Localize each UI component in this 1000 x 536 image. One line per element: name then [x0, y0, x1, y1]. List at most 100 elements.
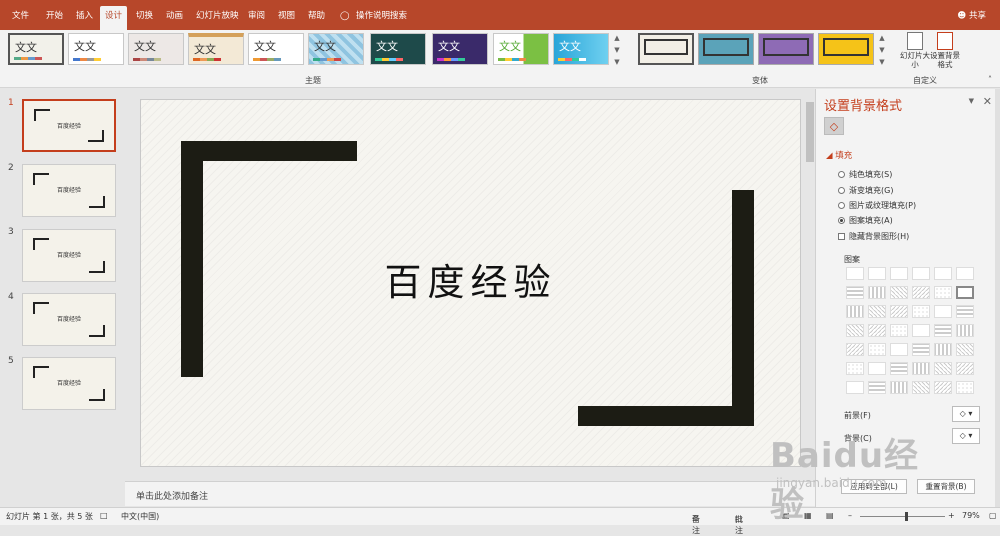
pattern-swatch[interactable] — [846, 381, 864, 394]
pattern-swatch[interactable] — [846, 286, 864, 299]
spellcheck-icon[interactable]: □ — [100, 511, 108, 520]
slide-thumbnail-4[interactable]: 百度经验 — [22, 293, 116, 346]
pattern-swatch[interactable] — [934, 286, 952, 299]
pane-scrollbar[interactable] — [995, 89, 1000, 507]
theme-thumb-5[interactable]: 文文 — [248, 33, 304, 65]
tab-view[interactable]: 视图 — [276, 0, 297, 30]
variant-thumb-1[interactable] — [638, 33, 694, 65]
slide-thumbnail-5[interactable]: 百度经验 — [22, 357, 116, 410]
pattern-swatch[interactable] — [912, 324, 930, 337]
pattern-swatch[interactable] — [912, 362, 930, 375]
pattern-swatch[interactable] — [868, 267, 886, 280]
theme-thumb-4[interactable]: 文文 — [188, 33, 244, 65]
pattern-swatch[interactable] — [868, 362, 886, 375]
pattern-swatch[interactable] — [868, 324, 886, 337]
pattern-swatch[interactable] — [934, 324, 952, 337]
pattern-swatch[interactable] — [912, 343, 930, 356]
share-button[interactable]: ☻ 共享 — [957, 9, 986, 21]
tab-review[interactable]: 审阅 — [246, 0, 267, 30]
pattern-swatch[interactable] — [846, 343, 864, 356]
theme-thumb-2[interactable]: 文文 — [68, 33, 124, 65]
fill-section-header[interactable]: ◢ 填充 — [826, 149, 852, 161]
paint-bucket-icon[interactable]: ◇ — [824, 117, 844, 135]
tab-transitions[interactable]: 切换 — [134, 0, 155, 30]
background-color-button[interactable]: ◇ ▾ — [952, 428, 980, 444]
pattern-swatch[interactable] — [934, 362, 952, 375]
pattern-swatch[interactable] — [846, 362, 864, 375]
chevron-down-icon[interactable]: ▼ — [877, 44, 887, 56]
theme-gallery-scroll[interactable]: ▲ ▼ ▼ — [612, 32, 622, 68]
collapse-ribbon-icon[interactable]: ˄ — [988, 75, 992, 84]
pattern-swatch[interactable] — [934, 267, 952, 280]
pattern-swatch[interactable] — [890, 286, 908, 299]
foreground-color-button[interactable]: ◇ ▾ — [952, 406, 980, 422]
pattern-swatch[interactable] — [956, 267, 974, 280]
tab-insert[interactable]: 插入 — [74, 0, 95, 30]
theme-thumb-7[interactable]: 文文 — [370, 33, 426, 65]
pattern-swatch[interactable] — [956, 362, 974, 375]
radio-pattern-fill[interactable]: 图案填充(A) — [838, 215, 893, 226]
slide-thumbnail-3[interactable]: 百度经验 — [22, 229, 116, 282]
hide-background-graphics-checkbox[interactable]: 隐藏背景图形(H) — [838, 231, 909, 242]
slide-scrollbar[interactable] — [805, 92, 815, 449]
slide-size-button[interactable]: 幻灯片大小 — [900, 32, 930, 69]
pattern-swatch[interactable] — [868, 286, 886, 299]
radio-gradient-fill[interactable]: 渐变填充(G) — [838, 185, 893, 196]
chevron-up-icon[interactable]: ▲ — [612, 32, 622, 44]
tab-file[interactable]: 文件 — [10, 0, 31, 30]
theme-thumb-6[interactable]: 文文 — [308, 33, 364, 65]
zoom-level[interactable]: 79% — [962, 511, 980, 520]
pattern-swatch[interactable] — [912, 267, 930, 280]
theme-thumb-9[interactable]: 文文 — [493, 33, 549, 65]
pattern-swatch[interactable] — [868, 305, 886, 318]
pattern-swatch[interactable] — [912, 305, 930, 318]
language-indicator[interactable]: 中文(中国) — [121, 511, 159, 522]
pattern-swatch[interactable] — [890, 324, 908, 337]
tab-home[interactable]: 开始 — [44, 0, 65, 30]
pattern-swatch[interactable] — [846, 324, 864, 337]
pattern-swatch[interactable] — [956, 305, 974, 318]
notes-pane[interactable]: 单击此处添加备注 — [125, 481, 815, 506]
pattern-swatch[interactable] — [846, 305, 864, 318]
tab-help[interactable]: 帮助 — [306, 0, 327, 30]
pattern-swatch[interactable] — [956, 343, 974, 356]
pane-options-icon[interactable]: ▼ — [969, 97, 974, 105]
gallery-more-icon[interactable]: ▼ — [612, 56, 622, 68]
pattern-swatch[interactable] — [956, 286, 974, 299]
pattern-swatch[interactable] — [912, 286, 930, 299]
slide-canvas[interactable]: 百度经验 — [140, 99, 801, 467]
format-background-button[interactable]: 设置背景格式 — [930, 32, 960, 69]
tab-animations[interactable]: 动画 — [164, 0, 185, 30]
pattern-swatch[interactable] — [912, 381, 930, 394]
pattern-swatch[interactable] — [890, 267, 908, 280]
variant-thumb-3[interactable] — [758, 33, 814, 65]
variant-gallery-scroll[interactable]: ▲ ▼ ▼ — [877, 32, 887, 68]
chevron-up-icon[interactable]: ▲ — [877, 32, 887, 44]
pattern-grid[interactable] — [846, 267, 976, 400]
tab-slideshow[interactable]: 幻灯片放映 — [194, 0, 241, 30]
pattern-swatch[interactable] — [846, 267, 864, 280]
variant-thumb-4[interactable] — [818, 33, 874, 65]
bracket-bottom-right-vertical[interactable] — [732, 190, 754, 426]
pattern-swatch[interactable] — [934, 343, 952, 356]
tell-me-search[interactable]: 操作说明搜索 — [354, 0, 409, 30]
pattern-swatch[interactable] — [956, 381, 974, 394]
pattern-swatch[interactable] — [868, 343, 886, 356]
pattern-swatch[interactable] — [890, 305, 908, 318]
bracket-top-left-horizontal[interactable] — [181, 141, 357, 161]
slide-thumbnail-1[interactable]: 百度经验 — [22, 99, 116, 152]
theme-thumb-8[interactable]: 文文 — [432, 33, 488, 65]
pattern-swatch[interactable] — [890, 381, 908, 394]
theme-thumb-1[interactable]: 文文 — [8, 33, 64, 65]
chevron-down-icon[interactable]: ▼ — [612, 44, 622, 56]
pattern-swatch[interactable] — [934, 381, 952, 394]
theme-thumb-10[interactable]: 文文 — [553, 33, 609, 65]
pattern-swatch[interactable] — [956, 324, 974, 337]
close-icon[interactable]: ✕ — [983, 95, 992, 108]
pattern-swatch[interactable] — [890, 362, 908, 375]
pattern-swatch[interactable] — [868, 381, 886, 394]
radio-solid-fill[interactable]: 纯色填充(S) — [838, 169, 892, 180]
slide-title[interactable]: 百度经验 — [141, 252, 800, 306]
theme-thumb-3[interactable]: 文文 — [128, 33, 184, 65]
slide-thumbnail-2[interactable]: 百度经验 — [22, 164, 116, 217]
